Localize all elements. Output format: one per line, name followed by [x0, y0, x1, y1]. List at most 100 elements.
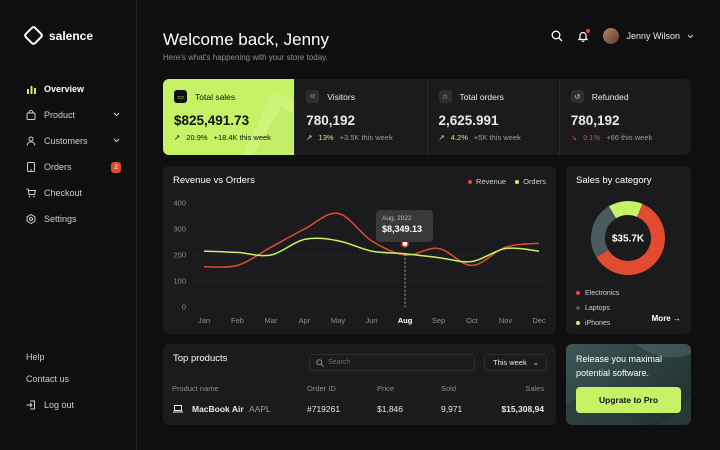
contact-link[interactable]: Contact us: [26, 368, 126, 390]
sidebar-item-label: Overview: [44, 84, 85, 94]
help-link[interactable]: Help: [26, 346, 126, 368]
arrow-down-right-icon: ↘: [570, 133, 578, 142]
sales-by-category-card: Sales by category $35.7K Electronics Lap…: [566, 166, 691, 334]
sidebar: salence Overview Product Customers Order…: [0, 0, 137, 450]
legend-electronics[interactable]: Electronics: [576, 286, 619, 301]
logout-label: Log out: [44, 400, 75, 410]
stat-note: +5K this week: [473, 133, 521, 142]
donut-slice-laptops[interactable]: [591, 206, 617, 258]
column-header[interactable]: Product name: [172, 384, 219, 393]
chevron-down-icon: ⌄: [532, 358, 539, 367]
x-tick-label: Aug: [398, 316, 413, 325]
legend-label: Laptops: [585, 305, 610, 312]
refund-icon: ↺: [570, 90, 584, 103]
category-legend: Electronics Laptops iPhones: [576, 286, 619, 331]
legend-iphones[interactable]: iPhones: [576, 316, 619, 331]
avatar: [603, 28, 620, 44]
sidebar-item-label: Product: [44, 110, 76, 120]
bag-icon: [26, 110, 36, 120]
top-products-card: Top products Search This week ⌄ Product …: [163, 344, 556, 425]
series-line-revenue: [203, 212, 540, 268]
donut-chart[interactable]: $35.7K: [566, 188, 691, 298]
page-title: Welcome back, Jenny: [163, 30, 329, 49]
sidebar-item-label: Customers: [44, 136, 88, 146]
brand-name: salence: [49, 28, 94, 43]
logout-icon: [26, 400, 36, 410]
tooltip-value: $8,349.13: [382, 224, 423, 234]
order-id: #719261: [307, 404, 341, 414]
stat-refunded[interactable]: ↺ Refunded 780,192 ↘ 9.1% +66 this week: [560, 79, 691, 155]
line-chart[interactable]: 0 100 200 300 400 Jan Feb Mar Apr May Jun Aug Sep Oct…: [163, 166, 556, 334]
wallet-icon: ▭: [174, 90, 187, 103]
chevron-down-icon[interactable]: [113, 136, 120, 146]
arrow-right-icon: →: [673, 314, 681, 323]
x-tick-label: Oct: [466, 316, 479, 325]
brand-logo[interactable]: salence: [22, 24, 94, 47]
x-tick-label: Jan: [198, 316, 210, 325]
arrow-up-right-icon: ↗: [174, 133, 181, 142]
upgrade-button[interactable]: Upgrate to Pro: [576, 387, 681, 413]
stat-note: +66 this week: [606, 133, 653, 142]
sidebar-item-orders[interactable]: Orders 2: [26, 154, 124, 180]
arrow-up-right-icon: ↗: [306, 133, 313, 142]
logout-button[interactable]: Log out: [26, 394, 126, 416]
chart-tooltip: Aug, 2022 $8,349.13: [376, 210, 433, 242]
column-header[interactable]: Price: [377, 384, 394, 393]
sold: 9,971: [441, 404, 463, 414]
x-tick-label: Dec: [532, 316, 546, 325]
x-tick-label: Sep: [432, 316, 445, 325]
stat-visitors[interactable]: ☺ Visitors 780,192 ↗ 13% +3.5K this week: [295, 79, 428, 155]
stat-total-orders[interactable]: ☆ Total orders 2,625.991 ↗ 4.2% +5K this…: [428, 79, 560, 155]
sidebar-item-customers[interactable]: Customers: [26, 128, 124, 154]
stat-label: Total sales: [195, 91, 236, 102]
laptop-icon: [173, 405, 183, 415]
card-title: Top products: [173, 353, 228, 364]
donut-slice-iphones[interactable]: [608, 201, 643, 219]
stat-label: Visitors: [327, 91, 355, 102]
user-icon: [26, 136, 36, 146]
column-header[interactable]: Sold: [441, 384, 456, 393]
sales: $15,308,94: [501, 404, 544, 414]
bell-icon[interactable]: [577, 29, 591, 42]
cart-icon: [26, 188, 36, 198]
notification-dot: [586, 29, 591, 33]
sidebar-nav: Overview Product Customers Orders 2 Chec…: [26, 76, 124, 232]
user-menu[interactable]: Jenny Wilson: [603, 28, 694, 44]
x-tick-label: Nov: [499, 316, 513, 325]
x-tick-label: May: [331, 316, 345, 325]
stat-percent: 9.1%: [583, 133, 601, 142]
y-tick-label: 300: [173, 225, 186, 234]
upgrade-card: Release you maximal potential software. …: [566, 344, 691, 425]
sidebar-item-label: Checkout: [44, 188, 83, 198]
sidebar-item-checkout[interactable]: Checkout: [26, 180, 124, 206]
stat-value: 780,192: [570, 113, 620, 128]
y-tick-label: 400: [173, 199, 186, 208]
search-icon[interactable]: [551, 30, 563, 42]
stat-percent: 20.9%: [186, 133, 208, 142]
stats-row: ▭ Total sales $825,491.73 ↗ 20.9% +18.4K…: [163, 79, 691, 155]
stat-total-sales[interactable]: ▭ Total sales $825,491.73 ↗ 20.9% +18.4K…: [163, 79, 296, 155]
sidebar-item-product[interactable]: Product: [26, 102, 124, 128]
column-header[interactable]: Sales: [525, 384, 544, 393]
sidebar-item-label: Settings: [44, 214, 77, 224]
y-tick-label: 0: [182, 303, 186, 312]
tooltip-date: Aug, 2022: [382, 215, 412, 222]
orders-count-badge: 2: [111, 162, 121, 173]
stat-label: Total orders: [459, 91, 504, 102]
sidebar-item-overview[interactable]: Overview: [26, 76, 124, 102]
bar-chart-icon: [26, 84, 36, 94]
legend-label: Electronics: [585, 290, 620, 297]
legend-laptops[interactable]: Laptops: [576, 301, 619, 316]
search-input[interactable]: Search: [309, 354, 475, 371]
column-header[interactable]: Order ID: [307, 384, 336, 393]
more-label: More: [651, 314, 671, 323]
more-link[interactable]: More →: [652, 314, 681, 323]
users-icon: ☺: [306, 90, 320, 103]
stat-percent: 13%: [318, 133, 334, 142]
legend-label: iPhones: [585, 320, 611, 327]
sidebar-item-settings[interactable]: Settings: [26, 206, 124, 232]
period-select[interactable]: This week ⌄: [484, 354, 547, 371]
product-ticker: AAPL: [249, 404, 271, 414]
x-tick-label: Feb: [231, 316, 244, 325]
chevron-down-icon[interactable]: [113, 110, 120, 120]
